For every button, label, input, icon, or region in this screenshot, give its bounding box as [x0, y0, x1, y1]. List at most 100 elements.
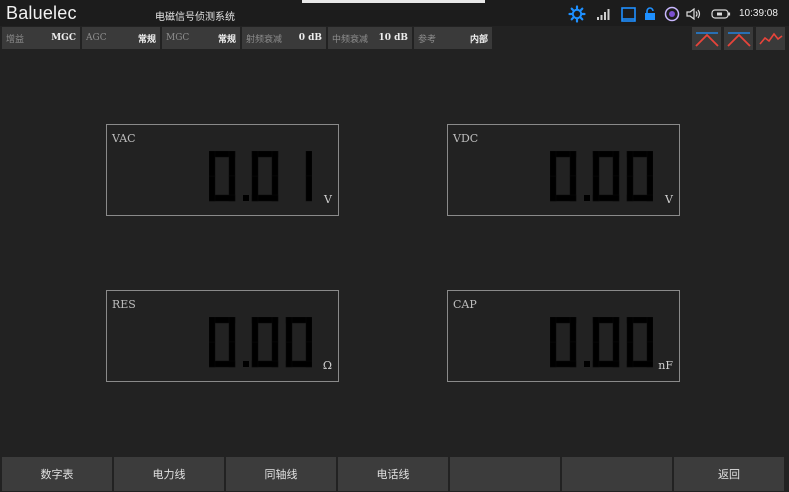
- lcd-segment: [626, 317, 634, 343]
- meter-vdc-reading: [550, 151, 653, 202]
- lcd-segment: [251, 151, 259, 177]
- meter-res-label: RES: [112, 298, 136, 311]
- lcd-segment: [209, 151, 216, 177]
- info-agc-label: AGC: [86, 33, 107, 43]
- lcd-segment: [646, 317, 653, 343]
- empty-button-6[interactable]: [562, 457, 672, 491]
- meter-cap-label: CAP: [453, 298, 477, 311]
- lcd-digit: [285, 317, 312, 368]
- lcd-segment: [569, 317, 577, 343]
- lcd-segment: [592, 341, 600, 368]
- meter-vac-reading: [209, 151, 312, 202]
- lcd-digit: [251, 317, 279, 368]
- decimal-point: [584, 361, 590, 367]
- meter-cap-unit: nF: [658, 359, 673, 372]
- lcd-segment: [271, 151, 279, 177]
- back-button[interactable]: 返回: [674, 457, 784, 491]
- meter-vac: VAC V: [106, 124, 339, 216]
- lcd-digit: [305, 151, 312, 202]
- status-icons: [566, 3, 733, 25]
- meter-vac-label: VAC: [112, 132, 136, 145]
- clock: 10:39:08: [739, 8, 778, 19]
- info-mgc[interactable]: MGC 常规: [162, 27, 240, 49]
- lcd-digit: [626, 317, 653, 368]
- lcd-digit: [550, 317, 577, 368]
- info-agc[interactable]: AGC 常规: [82, 27, 160, 49]
- signal-bars-icon: [593, 4, 615, 24]
- window-square-icon[interactable]: [618, 4, 638, 24]
- info-mgc-value: 常规: [217, 34, 236, 45]
- lcd-segment: [550, 175, 557, 202]
- empty-button-5[interactable]: [450, 457, 560, 491]
- meter-res-reading: [209, 317, 312, 368]
- power-line-button[interactable]: 电力线: [114, 457, 224, 491]
- lcd-segment: [550, 151, 557, 177]
- lcd-digit: [209, 317, 236, 368]
- volume-icon[interactable]: [684, 4, 704, 24]
- info-gain[interactable]: 增益 MGC: [2, 27, 80, 49]
- lcd-segment: [285, 317, 293, 343]
- info-reference-label: 参考: [418, 34, 437, 45]
- info-reference[interactable]: 参考 内部: [414, 27, 492, 49]
- info-agc-value: 常规: [137, 34, 156, 45]
- lcd-segment: [612, 151, 620, 177]
- lcd-segment: [592, 317, 600, 343]
- coaxial-line-button[interactable]: 同轴线: [226, 457, 336, 491]
- info-if-atten-value: 10 dB: [378, 33, 408, 43]
- record-circle-icon[interactable]: [662, 4, 682, 24]
- meter-vdc-unit: V: [665, 193, 673, 206]
- lcd-segment: [305, 175, 312, 202]
- meter-cap-reading: [550, 317, 653, 368]
- info-rf-atten[interactable]: 射频衰减 0 dB: [242, 27, 326, 49]
- lcd-segment: [305, 151, 312, 177]
- lcd-segment: [251, 175, 259, 202]
- lcd-digit: [626, 151, 653, 202]
- lcd-segment: [550, 341, 557, 368]
- settings-gear-icon[interactable]: [566, 4, 588, 24]
- peak-trace-icon: [694, 31, 719, 47]
- decimal-point: [243, 195, 249, 201]
- battery-icon: [709, 4, 733, 24]
- lock-icon[interactable]: [640, 4, 660, 24]
- lcd-digit: [209, 151, 236, 202]
- lcd-segment: [228, 151, 236, 177]
- meter-cap: CAP nF: [447, 290, 680, 382]
- lcd-segment: [285, 341, 293, 368]
- lcd-segment: [209, 341, 216, 368]
- info-if-atten[interactable]: 中频衰减 10 dB: [328, 27, 412, 49]
- lcd-segment: [550, 317, 557, 343]
- digital-meter-button[interactable]: 数字表: [2, 457, 112, 491]
- info-row: 增益 MGC AGC 常规 MGC 常规 射频衰减 0 dB 中频衰减 10 d…: [2, 27, 492, 49]
- lcd-digit: [550, 151, 577, 202]
- lcd-segment: [592, 175, 600, 202]
- lcd-segment: [251, 341, 259, 368]
- spectrum-trace-button[interactable]: [756, 27, 785, 50]
- meter-vdc-label: VDC: [453, 132, 479, 145]
- telephone-line-button[interactable]: 电话线: [338, 457, 448, 491]
- lcd-segment: [592, 151, 600, 177]
- meter-res: RES Ω: [106, 290, 339, 382]
- lcd-segment: [251, 317, 259, 343]
- lcd-digit: [592, 317, 620, 368]
- brand-logo: Baluelec: [6, 3, 77, 23]
- peak-trace-button-1[interactable]: [692, 27, 721, 50]
- lcd-segment: [209, 317, 216, 343]
- lcd-segment: [569, 151, 577, 177]
- lcd-segment: [626, 341, 634, 368]
- lcd-segment: [209, 175, 216, 202]
- decimal-point: [584, 195, 590, 201]
- lcd-segment: [305, 317, 312, 343]
- title-strip: [302, 0, 485, 3]
- app-title: 电磁信号侦测系统: [155, 12, 235, 23]
- info-if-atten-label: 中频衰减: [332, 34, 369, 45]
- lcd-segment: [612, 317, 620, 343]
- lcd-segment: [646, 151, 653, 177]
- lcd-segment: [271, 317, 279, 343]
- spectrum-trace-icon: [758, 32, 782, 45]
- meter-vac-unit: V: [324, 193, 332, 206]
- peak-trace-button-2[interactable]: [724, 27, 753, 50]
- lcd-digit: [251, 151, 279, 202]
- meter-vdc: VDC V: [447, 124, 680, 216]
- lcd-digit: [592, 151, 620, 202]
- peak-trace-icon: [726, 31, 751, 47]
